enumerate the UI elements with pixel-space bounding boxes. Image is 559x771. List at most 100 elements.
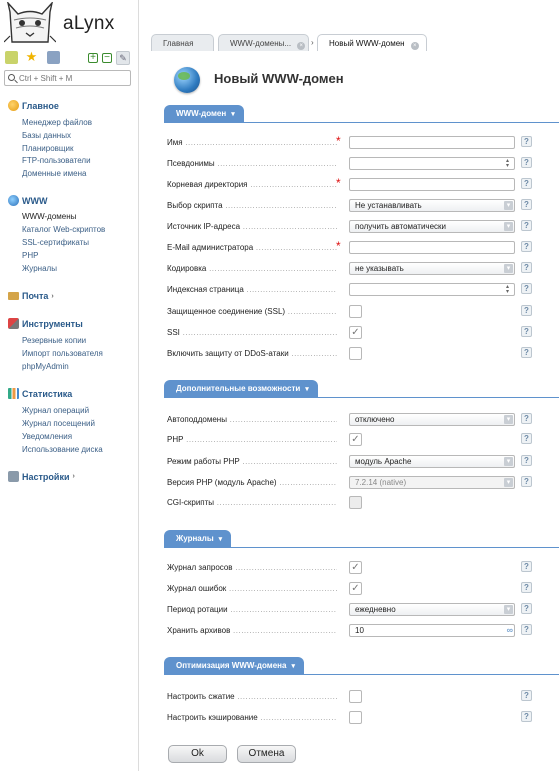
help-icon[interactable]: ?	[521, 220, 532, 231]
help-icon[interactable]: ?	[521, 476, 532, 487]
nav-section-settings[interactable]: Настройки ›	[8, 471, 75, 482]
help-icon[interactable]: ?	[521, 624, 532, 635]
help-icon[interactable]: ?	[521, 711, 532, 722]
nav-section-www[interactable]: WWW	[8, 195, 47, 206]
close-tab-icon[interactable]: ×	[410, 42, 419, 50]
help-icon[interactable]: ?	[521, 136, 532, 147]
lynx-logo-icon	[4, 2, 56, 43]
dashboard-icon[interactable]	[5, 51, 18, 64]
nav-item-ssl[interactable]: SSL-сертификаты	[22, 238, 89, 247]
nav-item-ftp-users[interactable]: FTP-пользователи	[22, 156, 91, 165]
nav-item-visits-log[interactable]: Журнал посещений	[22, 419, 95, 428]
nav-item-phpmyadmin[interactable]: phpMyAdmin	[22, 362, 69, 371]
list-view-icon[interactable]	[47, 51, 60, 64]
favorites-star-icon[interactable]: ★	[25, 50, 38, 64]
help-icon[interactable]: ?	[521, 262, 532, 273]
ssi-checkbox[interactable]: ✓	[349, 326, 362, 339]
nav-section-mail[interactable]: Почта ›	[8, 291, 54, 301]
nav-item-disk-usage[interactable]: Использование диска	[22, 445, 103, 454]
nav-item-import-user[interactable]: Импорт пользователя	[22, 349, 103, 358]
help-icon[interactable]: ?	[521, 326, 532, 337]
field-name: Имя * ?	[167, 134, 532, 151]
group-title: WWW-домен	[176, 109, 227, 118]
help-icon[interactable]: ?	[521, 241, 532, 252]
compression-checkbox[interactable]	[349, 690, 362, 703]
nav-item-operations-log[interactable]: Журнал операций	[22, 406, 89, 415]
field-label: Настроить кэширование	[167, 713, 337, 722]
help-icon[interactable]: ?	[521, 347, 532, 358]
nav-item-web-scripts[interactable]: Каталог Web-скриптов	[22, 225, 105, 234]
help-icon[interactable]: ?	[521, 455, 532, 466]
search-input[interactable]	[19, 72, 129, 84]
chevron-down-icon: ▾	[218, 536, 223, 543]
error-log-checkbox[interactable]: ✓	[349, 582, 362, 595]
group-header-optimization[interactable]: Оптимизация WWW-домена ▾	[164, 657, 304, 674]
nav-item-notifications[interactable]: Уведомления	[22, 432, 72, 441]
charset-select[interactable]: не указывать	[349, 262, 515, 275]
tab-www-domains[interactable]: WWW-домены... ×	[218, 34, 309, 51]
rotation-select[interactable]: ежедневно	[349, 603, 515, 616]
root-dir-input[interactable]	[349, 178, 515, 191]
help-icon[interactable]: ?	[521, 433, 532, 444]
help-icon[interactable]: ?	[521, 603, 532, 614]
close-tab-icon[interactable]: ×	[297, 42, 306, 50]
nav-section-stats[interactable]: Статистика	[8, 388, 72, 399]
help-icon[interactable]: ?	[521, 157, 532, 168]
help-icon[interactable]: ?	[521, 199, 532, 210]
help-icon[interactable]: ?	[521, 413, 532, 424]
help-icon[interactable]: ?	[521, 178, 532, 189]
nav-item-domain-names[interactable]: Доменные имена	[22, 169, 86, 178]
index-page-input[interactable]	[349, 283, 515, 296]
field-label: E-Mail администратора	[167, 243, 337, 252]
name-input[interactable]	[349, 136, 515, 149]
ok-button[interactable]: Ok	[168, 745, 227, 763]
field-label: Индексная страница	[167, 285, 337, 294]
script-select[interactable]: Не устанавливать	[349, 199, 515, 212]
group-title: Журналы	[176, 534, 214, 543]
php-checkbox[interactable]: ✓	[349, 433, 362, 446]
expand-all-icon[interactable]: +	[88, 53, 98, 63]
field-index-page: Индексная страница ?	[167, 282, 532, 298]
ddos-checkbox[interactable]	[349, 347, 362, 360]
nav-section-main[interactable]: Главное	[8, 100, 59, 111]
help-icon[interactable]: ?	[521, 305, 532, 316]
app-name: aLynx	[63, 13, 115, 34]
nav-item-scheduler[interactable]: Планировщик	[22, 144, 73, 153]
help-icon[interactable]: ?	[521, 561, 532, 572]
infinity-icon[interactable]: ∞	[507, 625, 514, 635]
tab-new-www-domain[interactable]: Новый WWW-домен ×	[317, 34, 427, 51]
aliases-input[interactable]	[349, 157, 515, 170]
nav-item-file-manager[interactable]: Менеджер файлов	[22, 118, 92, 127]
ssl-checkbox[interactable]	[349, 305, 362, 318]
field-label: Хранить архивов	[167, 626, 337, 635]
group-header-logs[interactable]: Журналы ▾	[164, 530, 232, 547]
cgi-checkbox[interactable]	[349, 496, 362, 509]
help-icon[interactable]: ?	[521, 582, 532, 593]
cancel-button[interactable]: Отмена	[237, 745, 296, 763]
help-icon[interactable]: ?	[521, 690, 532, 701]
nav-item-databases[interactable]: Базы данных	[22, 131, 71, 140]
nav-item-www-domains[interactable]: WWW-домены	[22, 212, 76, 221]
tab-main[interactable]: Главная	[151, 34, 214, 51]
ip-source-select[interactable]: получить автоматически	[349, 220, 515, 233]
caching-checkbox[interactable]	[349, 711, 362, 724]
nav-item-php[interactable]: PHP	[22, 251, 38, 260]
chevron-down-icon: ▾	[291, 663, 295, 670]
admin-email-input[interactable]	[349, 241, 515, 254]
php-mode-select[interactable]: модуль Apache	[349, 455, 515, 468]
field-label: Журнал ошибок	[167, 584, 337, 593]
nav-item-logs[interactable]: Журналы	[22, 264, 57, 273]
search-box[interactable]	[4, 70, 131, 86]
collapse-all-icon[interactable]: −	[102, 53, 112, 63]
sidebar: aLynx ★ + − ✎ Главное Менеджер файлов Ба…	[0, 0, 139, 771]
group-header-extra[interactable]: Дополнительные возможности ▾	[164, 380, 318, 397]
keep-archives-input[interactable]: 10 ∞	[349, 624, 515, 637]
pin-icon[interactable]: ✎	[116, 51, 130, 65]
access-log-checkbox[interactable]: ✓	[349, 561, 362, 574]
help-icon[interactable]: ?	[521, 283, 532, 294]
autosubdomains-select[interactable]: отключено	[349, 413, 515, 426]
group-header-www[interactable]: WWW-домен ▾	[164, 105, 244, 122]
nav-section-tools[interactable]: Инструменты	[8, 318, 83, 329]
php-version-select[interactable]: 7.2.14 (native)	[349, 476, 515, 489]
nav-item-backups[interactable]: Резервные копии	[22, 336, 86, 345]
